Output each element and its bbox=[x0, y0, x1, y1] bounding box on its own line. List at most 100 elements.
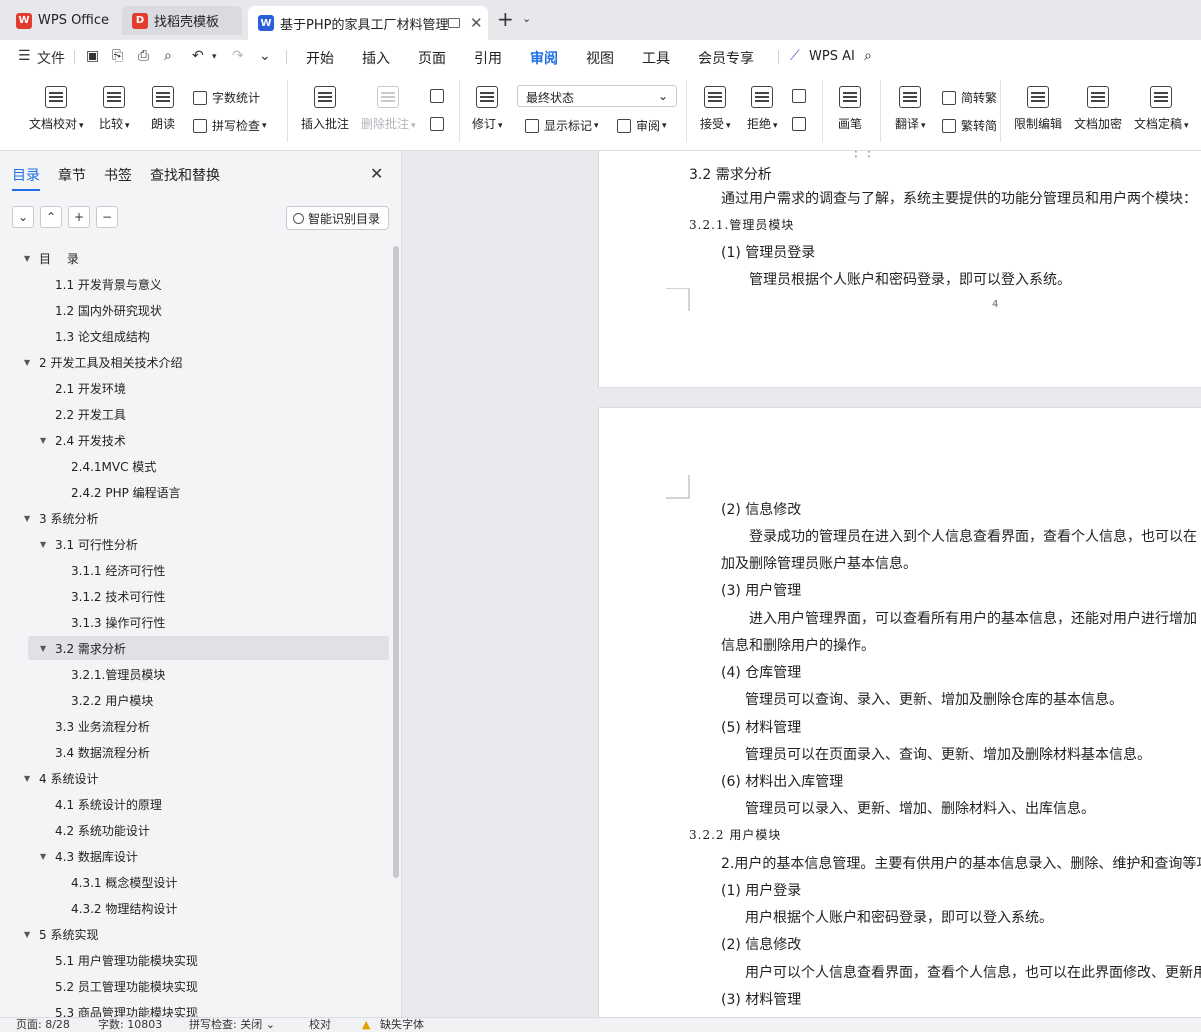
tab-list-chevron-icon[interactable]: ⌄ bbox=[522, 12, 531, 25]
expand-down-icon[interactable]: ⌄ bbox=[12, 206, 34, 228]
missing-font-indicator[interactable]: 缺失字体 bbox=[380, 1019, 424, 1031]
spell-check-button[interactable]: 拼写检查 ▾ bbox=[193, 117, 267, 134]
toc-item[interactable]: 3.1.2 技术可行性 bbox=[0, 584, 390, 610]
tab-document[interactable]: W 基于PHP的家具工厂材料管理信 ✕ bbox=[248, 6, 488, 40]
toc-item[interactable]: ▼ 5 系统实现 bbox=[0, 922, 390, 948]
toc-item[interactable]: 2.2 开发工具 bbox=[0, 402, 390, 428]
toc-item[interactable]: 1.2 国内外研究现状 bbox=[0, 298, 390, 324]
traditional-to-simplified-button[interactable]: 繁转简 bbox=[942, 117, 997, 134]
toc-item[interactable]: 3.4 数据流程分析 bbox=[0, 740, 390, 766]
toc-item[interactable]: 4.3.2 物理结构设计 bbox=[0, 896, 390, 922]
restrict-edit-button[interactable]: 限制编辑 bbox=[1014, 86, 1062, 132]
toc-item[interactable]: ▼ 3.2 需求分析 bbox=[0, 636, 390, 662]
toc-item[interactable]: ▼ 3.1 可行性分析 bbox=[0, 532, 390, 558]
next-revision-icon[interactable] bbox=[792, 117, 811, 131]
expand-arrow-icon[interactable]: ▼ bbox=[24, 922, 30, 948]
expand-arrow-icon[interactable]: ▼ bbox=[40, 428, 46, 454]
show-marks-button[interactable]: 显示标记 ▾ bbox=[525, 117, 599, 134]
expand-arrow-icon[interactable]: ▼ bbox=[24, 350, 30, 376]
expand-arrow-icon[interactable]: ▼ bbox=[24, 506, 30, 532]
accept-button[interactable]: 接受 ▾ bbox=[700, 86, 731, 132]
page-indicator[interactable]: 页面: 8/28 bbox=[16, 1019, 70, 1031]
wps-ai-button[interactable]: WPS AI bbox=[809, 49, 855, 64]
menu-review[interactable]: 审阅 bbox=[530, 48, 558, 74]
toc-item[interactable]: 4.3.1 概念模型设计 bbox=[0, 870, 390, 896]
nav-tab-bookmark[interactable]: 书签 bbox=[104, 165, 132, 185]
window-icon[interactable] bbox=[448, 18, 460, 28]
expand-arrow-icon[interactable]: ▼ bbox=[40, 636, 46, 662]
toc-item[interactable]: 3.3 业务流程分析 bbox=[0, 714, 390, 740]
toc-item[interactable]: ▼ 4.3 数据库设计 bbox=[0, 844, 390, 870]
new-tab-icon[interactable]: + bbox=[497, 9, 514, 29]
toc-item[interactable]: ▼ 3 系统分析 bbox=[0, 506, 390, 532]
word-count-button[interactable]: 字数统计 bbox=[193, 89, 260, 106]
wps-ai-icon[interactable]: ⟋ bbox=[790, 48, 800, 64]
toc-item[interactable]: 1.1 开发背景与意义 bbox=[0, 272, 390, 298]
search-icon[interactable]: ⌕ bbox=[864, 48, 872, 64]
toc-item[interactable]: ▼ 目 录 bbox=[0, 246, 390, 272]
more-chevron-icon[interactable]: ⌄ bbox=[259, 48, 271, 64]
proof-indicator[interactable]: 校对 bbox=[309, 1019, 331, 1031]
expand-arrow-icon[interactable]: ▼ bbox=[40, 532, 46, 558]
menu-view[interactable]: 视图 bbox=[586, 48, 614, 68]
expand-arrow-icon[interactable]: ▼ bbox=[40, 844, 46, 870]
toc-item[interactable]: 2.4.1MVC 模式 bbox=[0, 454, 390, 480]
add-heading-icon[interactable]: + bbox=[68, 206, 90, 228]
nav-tab-find-replace[interactable]: 查找和替换 bbox=[150, 165, 220, 185]
redo-icon[interactable]: ↷ bbox=[232, 48, 244, 64]
previous-revision-icon[interactable] bbox=[792, 89, 811, 103]
menu-tools[interactable]: 工具 bbox=[642, 48, 670, 68]
insert-comment-button[interactable]: 插入批注 bbox=[301, 86, 349, 132]
toc-item[interactable]: 4.1 系统设计的原理 bbox=[0, 792, 390, 818]
toc-item[interactable]: 2.1 开发环境 bbox=[0, 376, 390, 402]
collapse-up-icon[interactable]: ⌃ bbox=[40, 206, 62, 228]
file-menu[interactable]: 文件 bbox=[37, 48, 65, 68]
expand-arrow-icon[interactable]: ▼ bbox=[24, 246, 30, 272]
smart-toc-button[interactable]: 智能识别目录 bbox=[286, 206, 389, 230]
scrollbar[interactable] bbox=[393, 246, 399, 878]
toc-item[interactable]: 4.2 系统功能设计 bbox=[0, 818, 390, 844]
expand-arrow-icon[interactable]: ▼ bbox=[24, 766, 30, 792]
pen-button[interactable]: 画笔 bbox=[838, 86, 862, 132]
spell-check-indicator[interactable]: 拼写检查: 关闭 ⌄ bbox=[189, 1019, 275, 1031]
menu-insert[interactable]: 插入 bbox=[362, 48, 390, 68]
simplified-to-traditional-button[interactable]: 简转繁 bbox=[942, 89, 997, 106]
delete-comment-button[interactable]: 删除批注 ▾ bbox=[361, 86, 416, 132]
toc-item[interactable]: ▼ 4 系统设计 bbox=[0, 766, 390, 792]
encrypt-button[interactable]: 文档加密 bbox=[1074, 86, 1122, 132]
close-tab-icon[interactable]: ✕ bbox=[470, 14, 483, 32]
undo-dropdown-icon[interactable]: ▾ bbox=[212, 52, 217, 62]
reject-button[interactable]: 拒绝 ▾ bbox=[747, 86, 778, 132]
hamburger-icon[interactable]: ☰ bbox=[18, 48, 31, 64]
word-count-indicator[interactable]: 字数: 10803 bbox=[98, 1019, 162, 1031]
toc-item[interactable]: 3.1.1 经济可行性 bbox=[0, 558, 390, 584]
finalize-button[interactable]: 文档定稿 ▾ bbox=[1134, 86, 1189, 132]
review-pane-button[interactable]: 审阅 ▾ bbox=[617, 117, 667, 134]
proofread-button[interactable]: 文档校对 ▾ bbox=[29, 86, 84, 132]
nav-tab-chapter[interactable]: 章节 bbox=[58, 165, 86, 185]
print-icon[interactable]: ⎙ bbox=[138, 48, 149, 64]
toc-item[interactable]: 3.1.3 操作可行性 bbox=[0, 610, 390, 636]
tab-template[interactable]: D 找稻壳模板 bbox=[122, 6, 242, 35]
toc-item[interactable]: 3.2.2 用户模块 bbox=[0, 688, 390, 714]
close-icon[interactable]: ✕ bbox=[370, 164, 383, 183]
nav-tab-toc[interactable]: 目录 bbox=[12, 165, 40, 191]
toc-item[interactable]: 5.2 员工管理功能模块实现 bbox=[0, 974, 390, 1000]
drag-handle-icon[interactable]: ⋮⋮ bbox=[849, 151, 876, 159]
toc-item[interactable]: 3.2.1.管理员模块 bbox=[0, 662, 390, 688]
toc-item[interactable]: 5.1 用户管理功能模块实现 bbox=[0, 948, 390, 974]
toc-item[interactable]: ▼ 2.4 开发技术 bbox=[0, 428, 390, 454]
menu-page[interactable]: 页面 bbox=[418, 48, 446, 68]
translate-button[interactable]: 翻译 ▾ bbox=[895, 86, 926, 132]
remove-heading-icon[interactable]: − bbox=[96, 206, 118, 228]
markup-state-select[interactable]: 最终状态 ⌄ bbox=[517, 85, 677, 107]
undo-icon[interactable]: ↶ bbox=[192, 48, 204, 64]
toc-item[interactable]: 1.3 论文组成结构 bbox=[0, 324, 390, 350]
save-icon[interactable]: ▣ bbox=[86, 48, 99, 64]
menu-member[interactable]: 会员专享 bbox=[698, 48, 754, 68]
menu-start[interactable]: 开始 bbox=[306, 48, 334, 68]
toc-item[interactable]: ▼ 2 开发工具及相关技术介绍 bbox=[0, 350, 390, 376]
previous-comment-icon[interactable] bbox=[430, 89, 449, 103]
toc-item[interactable]: 2.4.2 PHP 编程语言 bbox=[0, 480, 390, 506]
next-comment-icon[interactable] bbox=[430, 117, 449, 131]
